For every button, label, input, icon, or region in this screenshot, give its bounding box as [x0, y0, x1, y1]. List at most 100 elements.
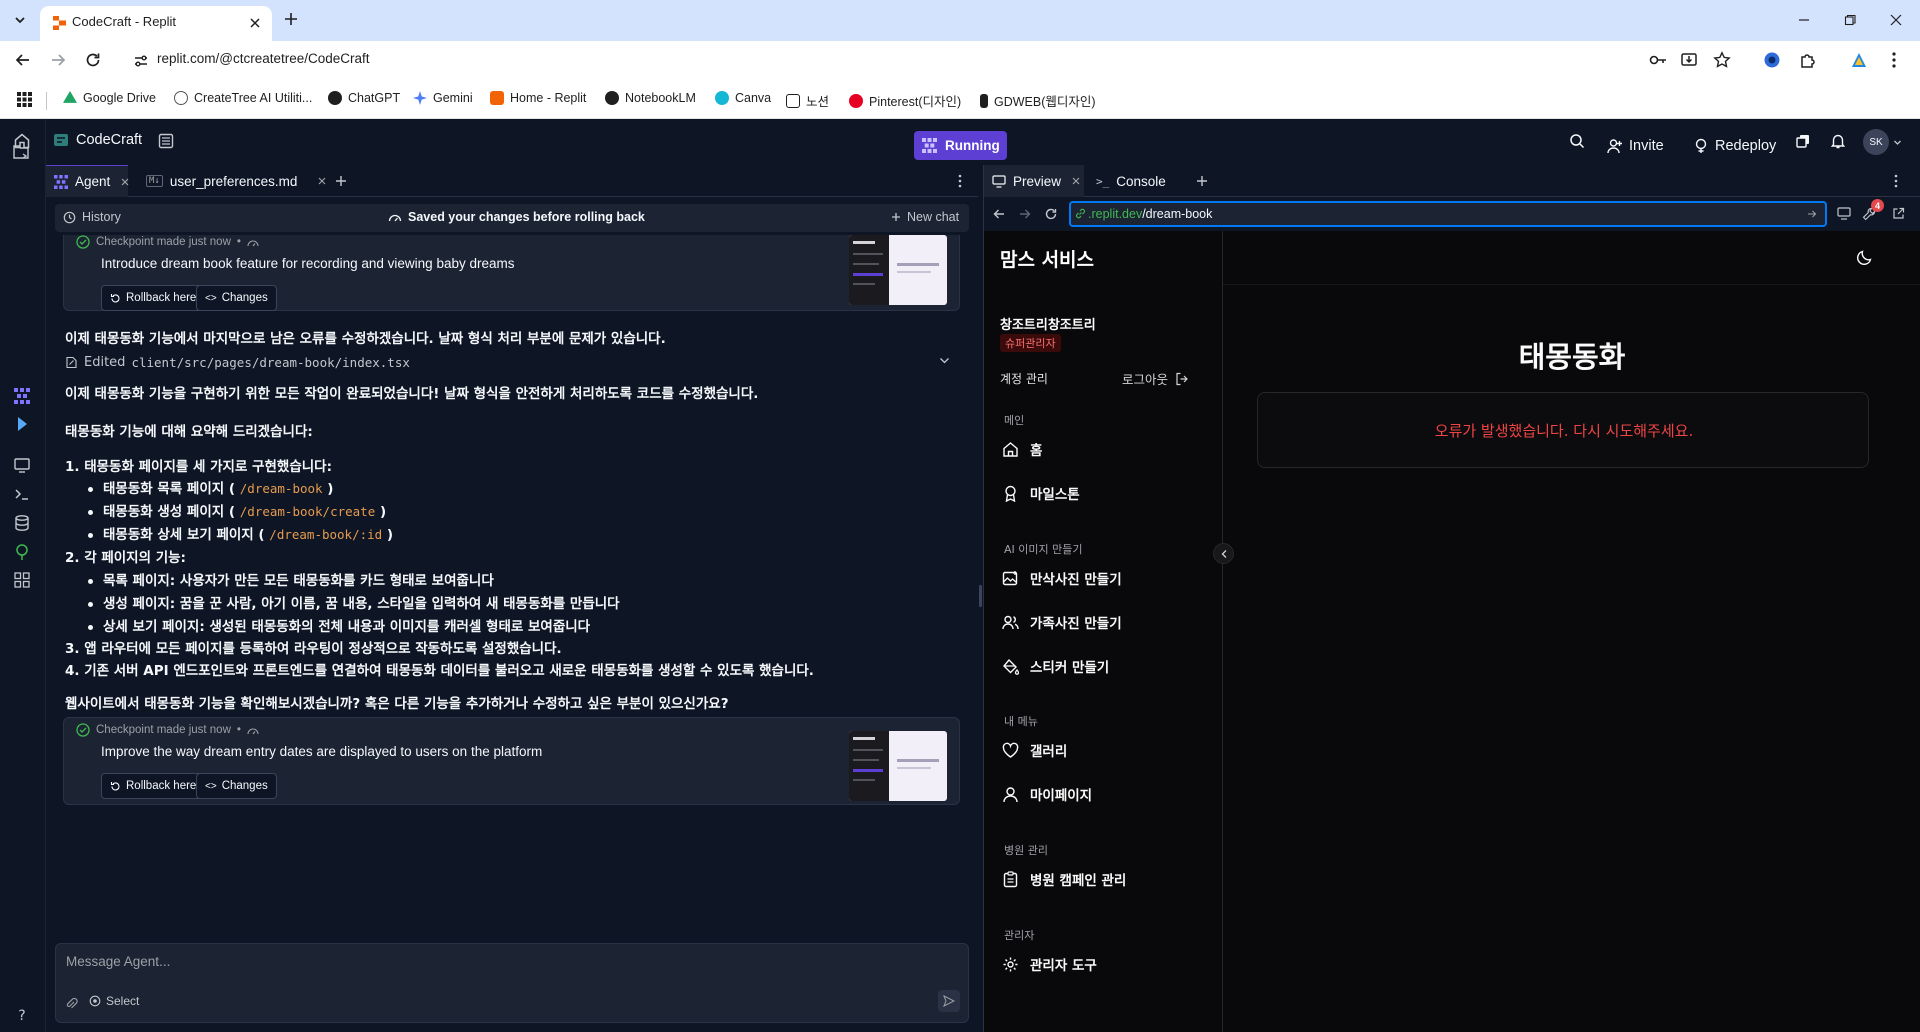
avatar-chevron-down-icon[interactable]	[1893, 138, 1902, 147]
browser-tab-active[interactable]: CodeCraft - Replit	[40, 6, 272, 41]
changes-button[interactable]: <> Changes	[196, 773, 277, 799]
message-input[interactable]: Message Agent...	[66, 954, 170, 969]
invite-button[interactable]: Invite	[1607, 131, 1664, 160]
bookmark-star-icon[interactable]	[1713, 51, 1731, 69]
forward-arrow-icon[interactable]	[49, 51, 67, 69]
new-tab-plus-icon[interactable]	[334, 174, 348, 188]
new-tab-plus-icon[interactable]	[1195, 174, 1209, 188]
all-tools-grid-icon[interactable]	[13, 571, 33, 591]
logout-button[interactable]: 로그아웃	[1122, 369, 1189, 388]
new-chat-button[interactable]: New chat	[891, 210, 959, 224]
edited-file-row[interactable]: Edited client/src/pages/dream-book/index…	[65, 352, 950, 372]
bookmark-gdweb[interactable]: GDWEB(웹디자인)	[980, 91, 1096, 110]
nav-hospital-campaign[interactable]: 병원 캠페인 관리	[1002, 869, 1126, 889]
send-button[interactable]	[938, 990, 960, 1012]
forward-arrow-icon[interactable]	[1018, 207, 1032, 221]
back-arrow-icon[interactable]	[14, 51, 32, 69]
agent-icon[interactable]	[13, 387, 33, 407]
webview-icon[interactable]	[13, 456, 33, 476]
notifications-bell-icon[interactable]	[1830, 133, 1846, 149]
bookmark-notebooklm[interactable]: NotebookLM	[605, 91, 696, 105]
browser-menu-kebab-icon[interactable]	[1891, 51, 1897, 69]
bookmark-gemini[interactable]: Gemini	[413, 91, 473, 105]
changes-button[interactable]: <> Changes	[196, 285, 277, 311]
go-arrow-icon[interactable]	[1807, 209, 1817, 219]
reload-icon[interactable]	[84, 51, 102, 69]
bookmark-pinterest[interactable]: Pinterest(디자인)	[849, 91, 961, 110]
nav-maternity-photo[interactable]: 만삭사진 만들기	[1002, 568, 1122, 588]
password-key-icon[interactable]	[1648, 51, 1668, 69]
pane-resize-handle[interactable]	[979, 585, 982, 607]
devices-icon[interactable]	[1837, 207, 1852, 220]
site-brand[interactable]: 맘스 서비스	[1000, 245, 1094, 272]
tab-search-chevron-icon[interactable]	[9, 9, 31, 31]
nav-home[interactable]: 홈	[1002, 439, 1042, 459]
help-icon[interactable]: ?	[13, 1006, 33, 1026]
copy-link-icon[interactable]	[1795, 133, 1811, 149]
rollback-button[interactable]: Rollback here	[101, 285, 206, 311]
agent-message-line: 이제 태몽동화 기능에서 마지막으로 남은 오류를 수정하겠습니다. 날짜 형식…	[65, 331, 666, 347]
assistant-icon[interactable]	[13, 415, 33, 435]
tab-preview[interactable]: Preview	[984, 165, 1084, 197]
nav-gallery[interactable]: 갤러리	[1002, 740, 1067, 760]
tab-title: CodeCraft - Replit	[72, 14, 177, 29]
bookmark-google-drive[interactable]: Google Drive	[63, 91, 156, 105]
profile-avatar-icon[interactable]	[1850, 51, 1868, 69]
user-avatar[interactable]: SK	[1863, 129, 1889, 155]
tab-console[interactable]: >_ Console	[1088, 165, 1178, 197]
close-tab-icon[interactable]	[248, 16, 262, 30]
checkpoint-screenshot-thumbnail[interactable]	[849, 731, 947, 801]
close-tab-icon[interactable]	[1072, 177, 1080, 185]
close-window-icon[interactable]	[1884, 8, 1908, 32]
bookmark-chatgpt[interactable]: ChatGPT	[328, 91, 400, 105]
minimize-window-icon[interactable]	[1792, 8, 1816, 32]
layout-toggle-icon[interactable]	[158, 133, 174, 149]
database-icon[interactable]	[13, 514, 33, 534]
dark-mode-moon-icon[interactable]	[1856, 248, 1874, 266]
redeploy-button[interactable]: Redeploy	[1693, 131, 1776, 160]
attach-paperclip-icon[interactable]	[66, 997, 78, 1011]
address-bar-url[interactable]: replit.com/@ctcreatetree/CodeCraft	[157, 51, 370, 66]
run-status-button[interactable]: Running	[914, 131, 1007, 160]
rollback-button[interactable]: Rollback here	[101, 773, 206, 799]
nav-admin-tools[interactable]: 관리자 도구	[1002, 954, 1097, 974]
pane-menu-kebab-icon[interactable]	[958, 174, 962, 188]
search-icon[interactable]	[1569, 133, 1585, 149]
tab-user-preferences[interactable]: M↓ user_preferences.md	[138, 165, 358, 197]
preview-url-input[interactable]: .replit.dev/dream-book	[1069, 201, 1827, 227]
apps-grid-icon[interactable]	[17, 92, 32, 107]
select-element-button[interactable]: Select	[89, 994, 139, 1008]
explorer-icon[interactable]	[11, 142, 33, 164]
extension-circle-icon[interactable]	[1763, 51, 1781, 69]
nav-home-label: 홈	[1030, 443, 1043, 459]
expand-chevron-down-icon[interactable]	[939, 357, 950, 365]
bookmark-createtree[interactable]: CreateTree AI Utiliti...	[174, 91, 312, 105]
nav-milestone[interactable]: 마일스톤	[1002, 483, 1080, 503]
nav-family-photo[interactable]: 가족사진 만들기	[1002, 612, 1122, 632]
account-manage-link[interactable]: 계정 관리	[1000, 370, 1048, 387]
close-tab-icon[interactable]	[121, 178, 129, 186]
nav-mypage[interactable]: 마이페이지	[1002, 784, 1092, 804]
message-composer[interactable]: Message Agent... Select	[55, 943, 969, 1023]
history-button[interactable]: History	[63, 210, 121, 224]
extensions-puzzle-icon[interactable]	[1799, 51, 1817, 69]
install-app-icon[interactable]	[1680, 51, 1698, 69]
pane-menu-kebab-icon[interactable]	[1894, 174, 1898, 188]
bookmark-notion[interactable]: 노션	[786, 91, 829, 110]
bookmark-canva[interactable]: Canva	[715, 91, 771, 105]
reload-icon[interactable]	[1044, 207, 1058, 221]
deployments-icon[interactable]	[13, 543, 33, 563]
project-selector[interactable]: CodeCraft	[54, 132, 142, 148]
close-tab-icon[interactable]	[318, 177, 326, 185]
open-new-window-icon[interactable]	[1892, 207, 1905, 220]
new-tab-plus-icon[interactable]	[283, 11, 299, 27]
tab-agent[interactable]: Agent	[46, 165, 129, 197]
site-info-icon[interactable]	[133, 53, 149, 69]
bookmark-replit-home[interactable]: Home - Replit	[490, 91, 586, 105]
shell-icon[interactable]	[13, 485, 33, 505]
back-arrow-icon[interactable]	[992, 207, 1006, 221]
checkpoint-screenshot-thumbnail[interactable]	[849, 235, 947, 305]
restore-window-icon[interactable]	[1838, 8, 1862, 32]
nav-sticker[interactable]: 스티커 만들기	[1002, 656, 1109, 676]
bullet	[88, 532, 93, 538]
